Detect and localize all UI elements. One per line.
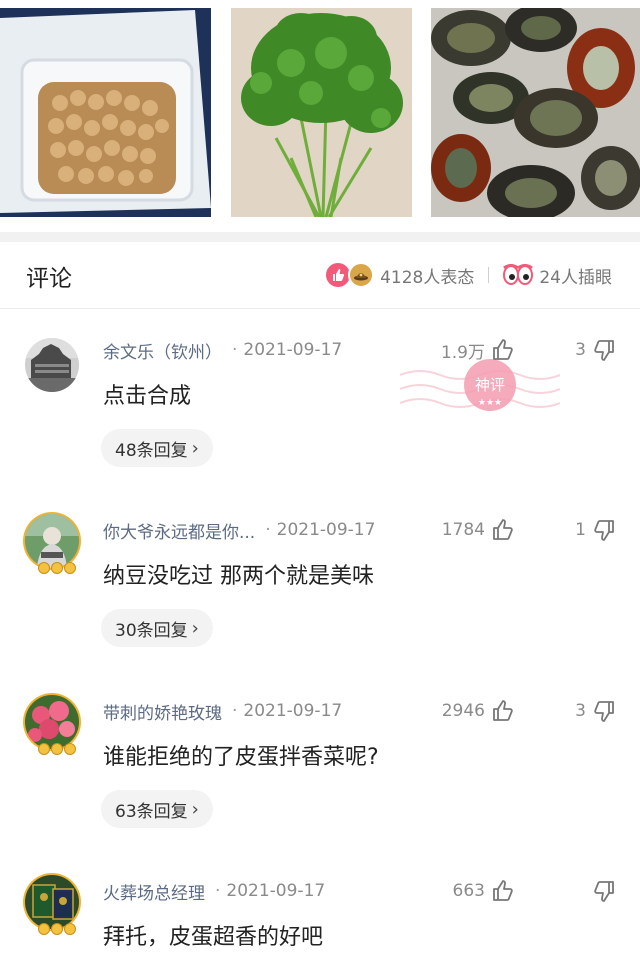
separator-dot: · <box>265 520 271 540</box>
thumbs-down-icon <box>594 340 614 361</box>
dislike-button[interactable]: 3 <box>575 699 616 723</box>
like-count: 1784 <box>441 520 485 540</box>
like-count: 1.9万 <box>440 342 485 363</box>
comment-meta: 带刺的娇艳玫瑰 · 2021-09-17 <box>103 699 343 724</box>
section-divider <box>0 232 640 242</box>
dislike-count: 3 <box>575 340 586 360</box>
replies-count: 30条回复 <box>115 620 188 641</box>
comment-date: 2021-09-17 <box>243 340 343 360</box>
dislike-button[interactable]: 1 <box>575 518 616 542</box>
chevron-right-icon: › <box>191 617 199 639</box>
dislike-count: 1 <box>575 520 586 540</box>
comment-meta: 余文乐（钦州） · 2021-09-17 <box>103 338 343 363</box>
like-count: 663 <box>452 881 485 901</box>
comment-text: 谁能拒绝的了皮蛋拌香菜呢? <box>103 745 379 770</box>
header-separator <box>488 267 490 283</box>
coin-badges <box>38 923 76 935</box>
dislike-button[interactable] <box>586 879 616 903</box>
photo-strip <box>0 0 640 232</box>
username[interactable]: 余文乐（钦州） <box>103 338 222 363</box>
coin-badges <box>38 743 76 755</box>
view-replies-button[interactable]: 48条回复 › <box>101 429 213 467</box>
comment-date: 2021-09-17 <box>276 520 376 540</box>
comment-meta: 你大爷永远都是你... · 2021-09-17 <box>103 518 376 543</box>
comment-meta: 火葬场总经理 · 2021-09-17 <box>103 879 326 904</box>
like-button[interactable]: 1784 <box>442 518 515 542</box>
comment-text: 点击合成 <box>103 384 192 409</box>
like-button[interactable]: 663 <box>453 879 515 903</box>
thumbs-up-icon <box>493 880 513 901</box>
thumbs-up-badge-icon <box>326 263 351 287</box>
svg-text:★★★: ★★★ <box>478 398 502 408</box>
avatar[interactable] <box>25 875 79 929</box>
comments-header: 评论 4128人表态 24人插眼 <box>0 242 640 309</box>
comment-date: 2021-09-17 <box>243 701 343 721</box>
thumbs-down-icon <box>594 881 614 902</box>
username[interactable]: 火葬场总经理 <box>103 879 205 904</box>
reactions-summary[interactable]: 4128人表态 24人插眼 <box>326 262 612 288</box>
username[interactable]: 带刺的娇艳玫瑰 <box>103 699 222 724</box>
natto-photo[interactable] <box>0 8 211 217</box>
thumbs-up-icon <box>493 519 513 540</box>
stamp-text: 神评 <box>475 376 505 394</box>
comment-text: 拜托，皮蛋超香的好吧 <box>103 925 324 950</box>
replies-count: 48条回复 <box>115 440 188 461</box>
separator-dot: · <box>215 881 221 901</box>
avatar[interactable] <box>25 695 79 749</box>
dislike-count: 3 <box>575 701 586 721</box>
hat-badge-icon <box>348 262 375 288</box>
thumbs-down-icon <box>594 520 614 541</box>
like-button[interactable]: 2946 <box>442 699 515 723</box>
dislike-button[interactable]: 3 <box>575 338 616 362</box>
comment-date: 2021-09-17 <box>226 881 326 901</box>
separator-dot: · <box>232 701 238 721</box>
comments-title: 评论 <box>26 266 72 292</box>
like-button[interactable]: 1.9万 <box>440 338 515 363</box>
avatar[interactable] <box>25 338 79 392</box>
separator-dot: · <box>232 340 238 360</box>
reactions-count: 4128人表态 <box>380 267 475 288</box>
username[interactable]: 你大爷永远都是你... <box>103 518 255 543</box>
replies-count: 63条回复 <box>115 801 188 822</box>
cilantro-photo[interactable] <box>231 8 412 217</box>
view-replies-button[interactable]: 30条回复 › <box>101 609 213 647</box>
thumbs-up-icon <box>493 700 513 721</box>
comment-text: 纳豆没吃过 那两个就是美味 <box>103 564 374 589</box>
avatar[interactable] <box>25 514 79 568</box>
thumbs-up-icon <box>493 339 513 360</box>
chevron-right-icon: › <box>191 437 199 459</box>
view-replies-button[interactable]: 63条回复 › <box>101 790 213 828</box>
thumbs-down-icon <box>594 701 614 722</box>
century-egg-photo[interactable] <box>431 8 640 217</box>
coin-badges <box>38 562 76 574</box>
like-count: 2946 <box>441 701 485 721</box>
eyes-icon <box>503 264 534 286</box>
chevron-right-icon: › <box>191 798 199 820</box>
watchers-count: 24人插眼 <box>539 267 612 288</box>
